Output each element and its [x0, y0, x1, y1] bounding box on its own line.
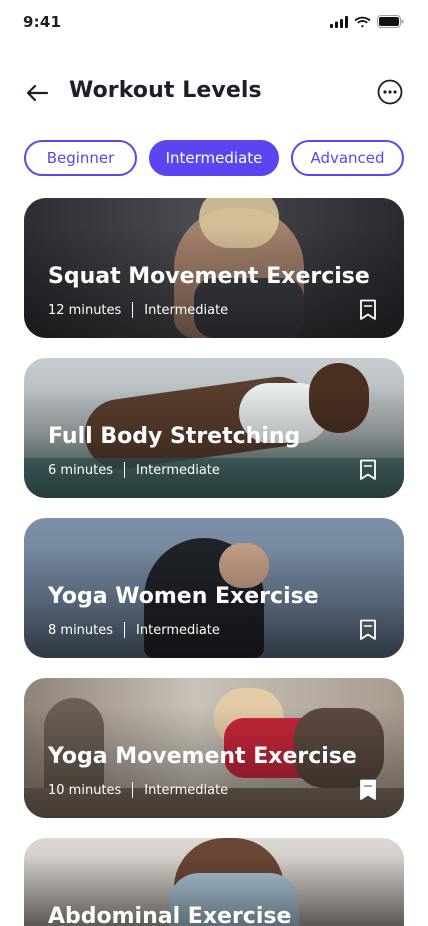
workout-level: Intermediate	[144, 302, 229, 318]
workout-title: Abdominal Exercise	[48, 904, 292, 926]
header: Workout Levels	[0, 66, 428, 118]
bookmark-icon[interactable]	[358, 779, 378, 801]
status-icons	[330, 15, 404, 28]
bookmark-icon[interactable]	[358, 459, 378, 481]
workout-meta: 8 minutes Intermediate	[48, 622, 220, 638]
bookmark-icon[interactable]	[358, 619, 378, 641]
more-icon[interactable]	[377, 79, 403, 105]
status-time: 9:41	[23, 13, 62, 31]
workout-card[interactable]: Yoga Movement Exercise 10 minutes Interm…	[24, 678, 404, 818]
tab-beginner[interactable]: Beginner	[24, 140, 137, 176]
status-bar: 9:41	[0, 0, 428, 44]
battery-icon	[377, 15, 404, 28]
workout-title: Squat Movement Exercise	[48, 264, 370, 289]
workout-level: Intermediate	[136, 622, 220, 638]
workout-level: Intermediate	[136, 462, 220, 478]
workout-meta: 12 minutes Intermediate	[48, 302, 228, 318]
workout-duration: 6 minutes	[48, 462, 114, 478]
workout-duration: 8 minutes	[48, 622, 114, 638]
workout-title: Yoga Movement Exercise	[48, 744, 357, 769]
workout-duration: 12 minutes	[48, 302, 122, 318]
bookmark-icon[interactable]	[358, 299, 378, 321]
back-arrow-icon[interactable]	[24, 80, 50, 106]
page-title: Workout Levels	[69, 78, 262, 103]
workout-card[interactable]: Full Body Stretching 6 minutes Intermedi…	[24, 358, 404, 498]
workout-title: Full Body Stretching	[48, 424, 301, 449]
workout-meta: 10 minutes Intermediate	[48, 782, 228, 798]
level-tabs: Beginner Intermediate Advanced	[24, 140, 404, 176]
meta-divider	[132, 302, 134, 318]
wifi-icon	[354, 16, 371, 28]
meta-divider	[132, 782, 134, 798]
meta-divider	[124, 622, 126, 638]
workout-title: Yoga Women Exercise	[48, 584, 319, 609]
meta-divider	[124, 462, 126, 478]
signal-icon	[330, 15, 348, 28]
workout-level: Intermediate	[144, 782, 229, 798]
workout-card[interactable]: Yoga Women Exercise 8 minutes Intermedia…	[24, 518, 404, 658]
workout-card[interactable]: Abdominal Exercise	[24, 838, 404, 926]
tab-advanced[interactable]: Advanced	[291, 140, 404, 176]
workout-meta: 6 minutes Intermediate	[48, 462, 220, 478]
workout-card[interactable]: Squat Movement Exercise 12 minutes Inter…	[24, 198, 404, 338]
workout-duration: 10 minutes	[48, 782, 122, 798]
tab-intermediate[interactable]: Intermediate	[149, 140, 279, 176]
